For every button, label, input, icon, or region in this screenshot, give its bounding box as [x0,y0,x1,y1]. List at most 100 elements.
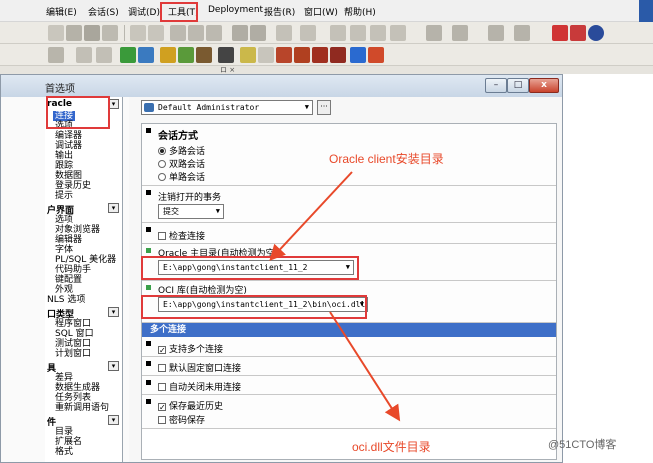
tree-item[interactable]: 字体 [55,245,73,255]
diamond-icon[interactable] [258,47,274,63]
copy-icon[interactable] [188,25,204,41]
support-multi-checkbox[interactable]: ✓ 支持多个连接 [158,342,223,355]
collapse-icon[interactable]: ▾ [108,307,119,317]
tree-group-window-types[interactable]: 口类型 ▾ [45,307,121,320]
minimize-button[interactable]: – [485,78,507,93]
menu-edit[interactable]: 编辑(E) [46,5,77,18]
tree-group-ui[interactable]: 户界面 ▾ [45,203,121,216]
tree-item[interactable]: 目录 [55,427,73,437]
collapse-icon[interactable]: ▾ [108,361,119,371]
profile-more-button[interactable]: ··· [317,100,331,115]
replace-icon[interactable] [250,25,266,41]
tree-item[interactable]: 编译器 [55,131,82,141]
menu-help[interactable]: 帮助(H) [344,5,376,18]
menu-debug[interactable]: 调试(D) [128,5,160,18]
printer-icon[interactable] [76,47,92,63]
outdent-icon[interactable] [350,25,366,41]
wrench-icon[interactable] [218,47,234,63]
tree-item[interactable]: PL/SQL 美化器 [55,255,116,265]
comment-icon[interactable] [370,25,386,41]
pdf-icon[interactable] [570,25,586,41]
save-history-checkbox[interactable]: ✓ 保存最近历史 [158,399,223,412]
arrow-left-icon[interactable] [368,47,384,63]
tree-item[interactable]: 重新调用语句 [55,403,109,413]
plugin-icon[interactable] [240,47,256,63]
tree-item[interactable]: 跟踪 [55,161,73,171]
auto-close-checkbox[interactable]: 自动关闭未用连接 [158,380,241,393]
print-icon[interactable] [102,25,118,41]
radio-dual-session[interactable]: 双路会话 [158,157,205,170]
new-icon[interactable] [48,25,64,41]
save-password-checkbox[interactable]: 密码保存 [158,413,205,426]
tree-item[interactable]: 选项 [55,215,73,225]
lock-icon[interactable] [48,47,64,63]
tree-item[interactable]: 对象浏览器 [55,225,100,235]
tree-item[interactable]: 提示 [55,191,73,201]
tree-item[interactable]: 编辑器 [55,235,82,245]
arrow-right-icon[interactable] [350,47,366,63]
stop-icon[interactable] [552,25,568,41]
profile-select[interactable]: Default Administrator ▼ [141,100,313,115]
help-icon[interactable] [588,25,604,41]
dialog-titlebar[interactable]: 首选项 – □ x [1,75,562,97]
tree-item[interactable]: 数据图 [55,171,82,181]
tool-c-icon[interactable] [330,47,346,63]
table-icon[interactable] [196,47,212,63]
maximize-button[interactable]: □ [507,78,529,93]
cut-icon[interactable] [170,25,186,41]
tree-item[interactable]: 输出 [55,151,73,161]
tool-a-icon[interactable] [294,47,310,63]
disconnect-icon[interactable] [138,47,154,63]
tree-item[interactable]: 外观 [55,285,73,295]
tree-item[interactable]: 扩展名 [55,437,82,447]
export-icon[interactable] [160,47,176,63]
tree-item[interactable]: 差异 [55,373,73,383]
default-fixed-checkbox[interactable]: 默认固定窗口连接 [158,361,241,374]
tree-item[interactable]: 任务列表 [55,393,91,403]
dialog-title: 首选项 [45,84,75,95]
query-icon[interactable] [452,25,468,41]
indent-icon[interactable] [330,25,346,41]
report-icon[interactable] [488,25,504,41]
check-connection-checkbox[interactable]: 检查连接 [158,229,205,242]
paste-icon[interactable] [206,25,222,41]
menu-session[interactable]: 会话(S) [88,5,119,18]
tree-item[interactable]: 键配置 [55,275,82,285]
transaction-select[interactable]: 提交 ▼ [158,204,224,219]
radio-multi-session[interactable]: 多路会话 [158,144,205,157]
tree-item[interactable]: 程序窗口 [55,319,91,329]
menu-deployment[interactable]: Deployment [208,5,263,15]
explain-icon[interactable] [426,25,442,41]
menu-window[interactable]: 窗口(W) [304,5,338,18]
run-icon[interactable] [276,25,292,41]
open-icon[interactable] [66,25,82,41]
tree-item[interactable]: 登录历史 [55,181,91,191]
tree-item[interactable]: 计划窗口 [55,349,91,359]
menu-reports[interactable]: 报告(R) [264,5,295,18]
import-icon[interactable] [178,47,194,63]
save-icon[interactable] [84,25,100,41]
radio-single-session[interactable]: 单路会话 [158,170,205,183]
tree-group-files[interactable]: 件 ▾ [45,415,121,428]
tree-item[interactable]: 数据生成器 [55,383,100,393]
tree-group-tools[interactable]: 具 ▾ [45,361,121,374]
preview-icon[interactable] [96,47,112,63]
tree-item[interactable]: 格式 [55,447,73,457]
step-icon[interactable] [300,25,316,41]
uncomment-icon[interactable] [390,25,406,41]
tool-b-icon[interactable] [312,47,328,63]
close-button[interactable]: x [529,78,559,93]
collapse-icon[interactable]: ▾ [108,203,119,213]
tree-item[interactable]: 测试窗口 [55,339,91,349]
search-icon[interactable] [232,25,248,41]
window-icon[interactable] [514,25,530,41]
connect-icon[interactable] [120,47,136,63]
tree-item[interactable]: SQL 窗口 [55,329,94,339]
object-icon[interactable] [276,47,292,63]
tree-item[interactable]: 代码助手 [55,265,91,275]
undo-icon[interactable] [130,25,146,41]
redo-icon[interactable] [148,25,164,41]
collapse-icon[interactable]: ▾ [108,415,119,425]
tree-item[interactable]: 调试器 [55,141,82,151]
tree-item[interactable]: NLS 选项 [47,295,85,305]
